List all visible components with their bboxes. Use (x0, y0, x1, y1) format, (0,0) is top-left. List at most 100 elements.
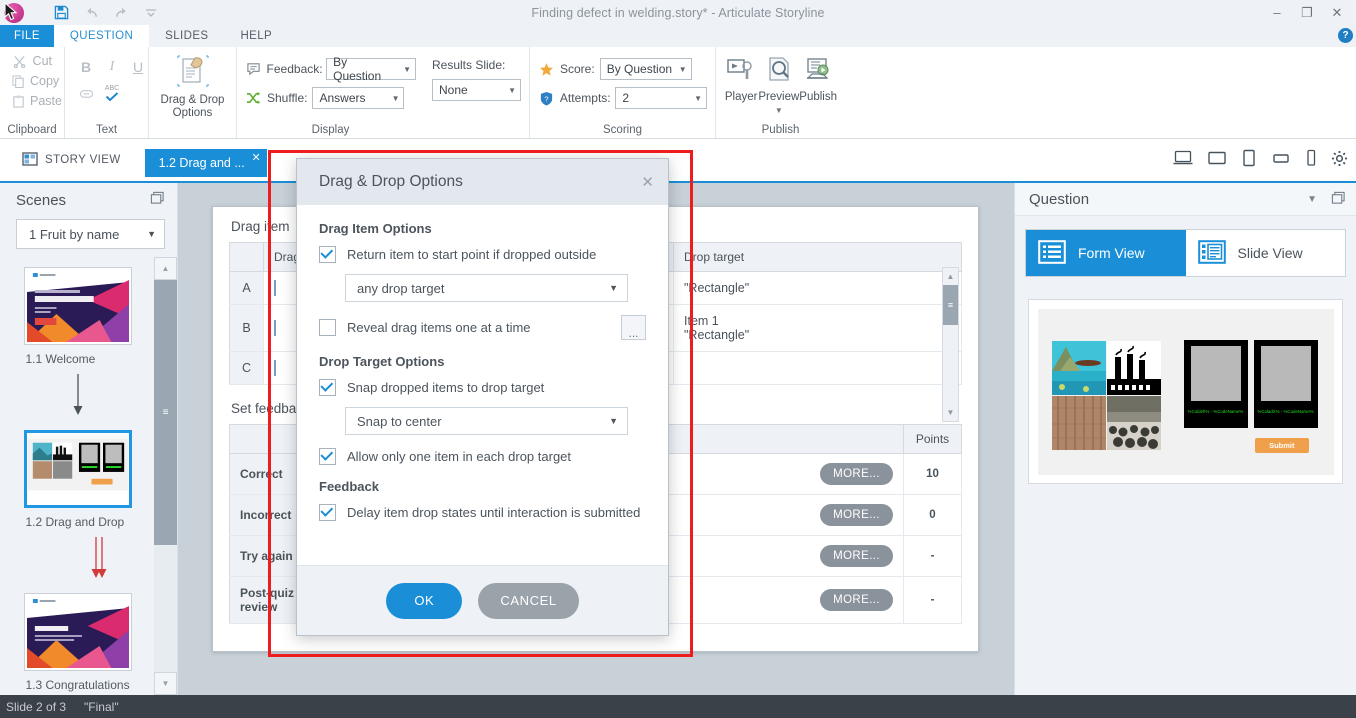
drop-target-cell[interactable]: Item 1 "Rectangle" (673, 304, 962, 352)
scenes-scrollbar[interactable]: ▲ ≡ ▼ (154, 257, 177, 695)
slide-thumbnail-welcome[interactable] (23, 267, 132, 345)
more-button[interactable]: MORE... (820, 463, 893, 485)
reveal-items-options-button[interactable]: ... (621, 315, 646, 340)
points-value[interactable]: 10 (903, 453, 962, 495)
tablet-landscape-icon[interactable] (1271, 151, 1291, 165)
slide-thumbnail-drag-and-drop[interactable] (23, 430, 132, 508)
points-value[interactable]: - (903, 576, 962, 624)
points-value[interactable]: 0 (903, 494, 962, 536)
reveal-items-row[interactable]: Reveal drag items one at a time ... (319, 315, 646, 340)
italic-button[interactable]: I (99, 54, 125, 80)
attempts-select[interactable]: 2 ▼ (615, 87, 707, 109)
slide-thumbnail-congratulations[interactable] (23, 593, 132, 671)
phone-icon[interactable] (1305, 149, 1317, 167)
drop-target-scope-value: any drop target (357, 280, 445, 296)
list-item[interactable]: 1.1 Welcome (23, 267, 132, 366)
points-value[interactable]: - (903, 535, 962, 577)
publish-button[interactable]: Publish (799, 53, 837, 115)
scene-select[interactable]: 1 Fruit by name ▼ (16, 219, 165, 249)
snap-items-checkbox[interactable] (319, 379, 336, 396)
more-button[interactable]: MORE... (820, 504, 893, 526)
slide-link-arrow-double (24, 535, 132, 583)
cut-button[interactable]: Cut (8, 52, 56, 70)
publish-label: Publish (799, 91, 837, 103)
snap-items-row[interactable]: Snap dropped items to drop target (319, 379, 646, 396)
allow-one-item-label: Allow only one item in each drop target (347, 449, 572, 464)
ribbon-tab-file[interactable]: FILE (0, 25, 54, 47)
close-icon[interactable]: ✕ (641, 173, 654, 191)
tab-form-view[interactable]: Form View (1026, 230, 1186, 276)
restore-panel-icon[interactable] (1331, 191, 1346, 208)
bold-button[interactable]: B (73, 54, 99, 80)
ribbon-tab-slides[interactable]: SLIDES (149, 25, 224, 47)
tab-slide-view[interactable]: Slide View (1186, 230, 1346, 276)
drag-item-image-crowd (1106, 395, 1161, 450)
link-icon[interactable] (73, 80, 99, 106)
player-button[interactable]: Player (724, 53, 758, 115)
slide-preview-box[interactable]: %ColdefI% - %CodeName% %ColadX% - %CodeN… (1028, 299, 1343, 484)
list-item[interactable]: 1.3 Congratulations (23, 593, 132, 692)
close-button[interactable]: ✕ (1322, 0, 1352, 25)
tablet-portrait-icon[interactable] (1241, 149, 1257, 167)
submit-button[interactable]: Submit (1255, 437, 1309, 453)
maximize-button[interactable]: ❐ (1292, 0, 1322, 25)
return-item-checkbox-row[interactable]: Return item to start point if dropped ou… (319, 246, 646, 263)
close-icon[interactable]: ✕ (252, 151, 261, 164)
ribbon-tab-help[interactable]: HELP (224, 25, 288, 47)
slide-preview: %ColdefI% - %CodeName% %ColadX% - %CodeN… (1037, 308, 1334, 475)
restore-panel-icon[interactable] (150, 191, 165, 209)
score-select[interactable]: By Question ▼ (599, 58, 692, 80)
allow-one-item-row[interactable]: Allow only one item in each drop target (319, 448, 646, 465)
drop-target-scope-select[interactable]: any drop target ▼ (345, 274, 628, 302)
slide-view-icon (1197, 239, 1226, 267)
tab-slide-view-label: Slide View (1237, 245, 1303, 261)
scroll-up-button[interactable]: ▲ (154, 257, 177, 280)
scrollbar-thumb[interactable]: ≡ (154, 280, 177, 545)
snap-mode-select[interactable]: Snap to center ▼ (345, 407, 628, 435)
copy-label: Copy (30, 74, 60, 88)
more-button[interactable]: MORE... (820, 545, 893, 567)
chevron-down-icon[interactable]: ▼ (775, 107, 783, 115)
reveal-items-checkbox[interactable] (319, 319, 336, 336)
drag-drop-options-button[interactable]: Drag & Drop Options (154, 50, 232, 120)
minimize-button[interactable]: – (1262, 0, 1292, 25)
help-badge-icon[interactable]: ? (1338, 28, 1353, 43)
delay-drop-states-checkbox[interactable] (319, 504, 336, 521)
ribbon-tab-question[interactable]: QUESTION (53, 25, 150, 47)
desktop-icon[interactable] (1173, 150, 1193, 166)
monitor-icon[interactable] (1207, 150, 1227, 166)
application-window: Finding defect in welding.story* - Artic… (0, 0, 1356, 718)
allow-one-item-checkbox[interactable] (319, 448, 336, 465)
feedback-value: By Question (333, 55, 382, 83)
spelling-abc-icon[interactable]: ABC (99, 80, 125, 106)
return-item-checkbox[interactable] (319, 246, 336, 263)
results-slide-label: Results Slide: (432, 58, 506, 72)
copy-button[interactable]: Copy (8, 72, 60, 90)
attempts-label: Attempts: (559, 91, 611, 105)
more-button[interactable]: MORE... (820, 589, 893, 611)
ok-button[interactable]: OK (386, 582, 463, 619)
gear-icon[interactable] (1331, 150, 1348, 167)
results-slide-select[interactable]: None ▼ (432, 79, 521, 101)
list-item[interactable]: 1.2 Drag and Drop (23, 430, 132, 529)
delay-drop-states-row[interactable]: Delay item drop states until interaction… (319, 504, 646, 521)
chevron-down-icon: ▼ (391, 93, 400, 103)
drag-drop-options-dialog: Drag & Drop Options ✕ Drag Item Options … (296, 158, 669, 636)
scroll-down-button[interactable]: ▼ (154, 672, 177, 695)
paste-button[interactable]: Paste (8, 92, 62, 110)
preview-button[interactable]: Preview ▼ (758, 53, 799, 115)
slide-tab-drag-and-drop[interactable]: 1.2 Drag and ... ✕ (144, 149, 267, 177)
question-panel: Question ▼ Form View Slide View %ColdefI… (1014, 183, 1356, 695)
cancel-button[interactable]: CANCEL (478, 582, 579, 619)
drop-target-cell[interactable] (673, 351, 962, 385)
scene-select-value: 1 Fruit by name (29, 226, 120, 242)
shuffle-select[interactable]: Answers ▼ (312, 87, 405, 109)
scrollbar-thumb[interactable]: ≡ (943, 285, 958, 325)
scroll-down-button[interactable]: ▼ (943, 404, 958, 421)
drag-items-scrollbar[interactable]: ▲ ≡ ▼ (942, 267, 959, 422)
story-view-button[interactable]: STORY VIEW (22, 151, 121, 169)
chevron-down-icon[interactable]: ▼ (1307, 194, 1317, 205)
scroll-up-button[interactable]: ▲ (943, 268, 958, 285)
drop-target-cell[interactable]: "Rectangle" (673, 271, 962, 305)
feedback-select[interactable]: By Question ▼ (326, 55, 416, 83)
